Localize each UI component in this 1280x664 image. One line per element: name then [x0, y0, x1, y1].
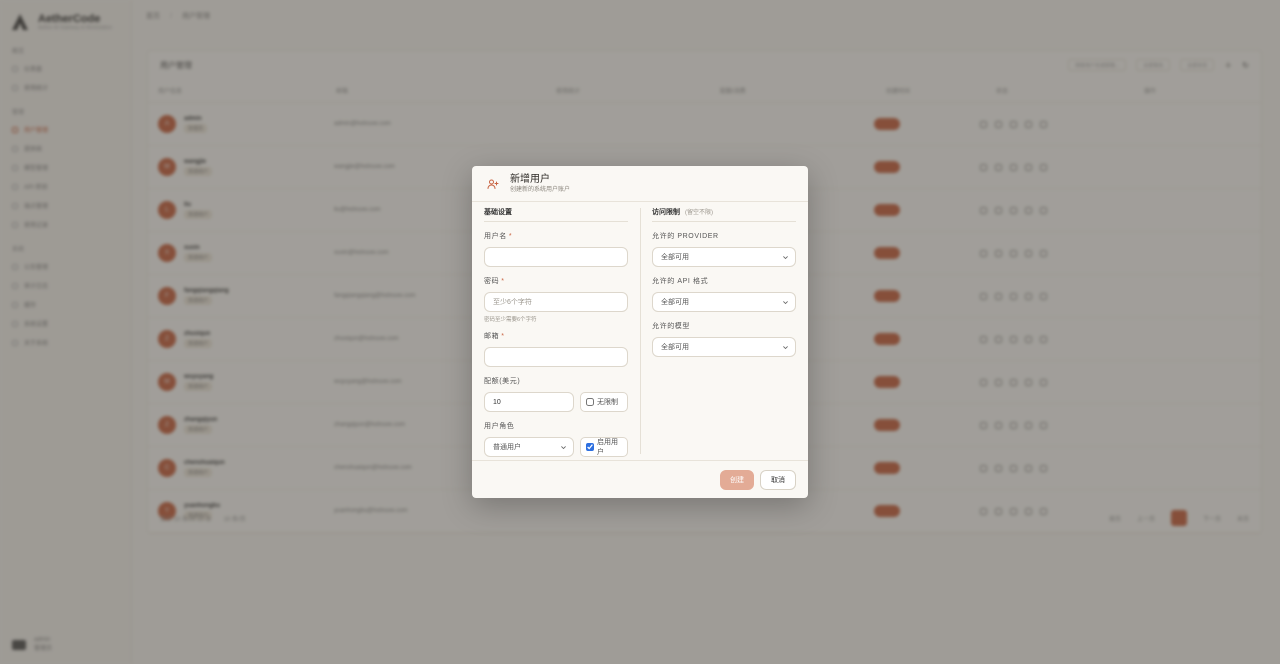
chevron-down-icon [781, 343, 789, 351]
required-mark: * [501, 278, 505, 285]
chevron-down-icon [559, 443, 567, 451]
quota-label: 配额(美元) [484, 378, 521, 385]
role-select[interactable]: 普通用户 [484, 437, 574, 457]
required-mark: * [508, 233, 513, 240]
provider-label: 允许的 PROVIDER [652, 233, 719, 240]
email-input[interactable] [484, 347, 628, 367]
api-format-select-value: 全部可用 [661, 299, 689, 306]
create-user-dialog: 新增用户 创建新的系统用户账户 基础设置 用户名 * 密码 * 密码至少需要6个字符… [472, 166, 808, 498]
basic-settings-title: 基础设置 [484, 208, 628, 222]
role-label: 用户角色 [484, 423, 515, 430]
username-input[interactable] [484, 247, 628, 267]
password-helper-text: 密码至少需要6个字符 [484, 317, 537, 323]
models-label: 允许的模型 [652, 323, 690, 330]
unlimited-quota-option[interactable]: 无限制 [580, 392, 628, 412]
enable-user-option[interactable]: 启用用户 [580, 437, 628, 457]
password-input[interactable] [484, 292, 628, 312]
column-divider [640, 208, 641, 454]
dialog-footer: 创建 取消 [472, 460, 808, 498]
access-limits-section: 访问限制 (留空不限) 允许的 PROVIDER 全部可用 允许的 API 格式 … [652, 208, 796, 357]
password-label: 密码 * [484, 278, 505, 285]
quota-row: 无限制 [484, 392, 628, 412]
user-plus-icon [486, 177, 500, 191]
models-select-value: 全部可用 [661, 344, 689, 351]
provider-select[interactable]: 全部可用 [652, 247, 796, 267]
enable-user-checkbox[interactable] [586, 443, 594, 451]
access-limits-title: 访问限制 (留空不限) [652, 208, 796, 222]
quota-input[interactable] [484, 392, 574, 412]
dialog-title: 新增用户 [510, 173, 550, 185]
chevron-down-icon [781, 298, 789, 306]
create-button[interactable]: 创建 [720, 469, 754, 490]
chevron-down-icon [781, 253, 789, 261]
dialog-subtitle: 创建新的系统用户账户 [510, 186, 571, 193]
provider-select-value: 全部可用 [661, 254, 689, 261]
api-format-select[interactable]: 全部可用 [652, 292, 796, 312]
email-label: 邮箱 * [484, 333, 505, 340]
username-label: 用户名 * [484, 233, 513, 240]
unlimited-quota-label: 无限制 [597, 399, 618, 406]
unlimited-quota-checkbox[interactable] [586, 398, 594, 406]
dialog-header: 新增用户 创建新的系统用户账户 [472, 166, 808, 202]
required-mark: * [501, 333, 505, 340]
enable-user-label: 启用用户 [597, 439, 618, 456]
models-select[interactable]: 全部可用 [652, 337, 796, 357]
access-limits-hint: (留空不限) [685, 210, 713, 216]
api-format-label: 允许的 API 格式 [652, 278, 709, 285]
role-select-value: 普通用户 [493, 444, 521, 451]
cancel-button[interactable]: 取消 [760, 469, 796, 490]
role-row: 普通用户 启用用户 [484, 437, 628, 457]
basic-settings-section: 基础设置 用户名* 密码* 密码至少需要6个字符 邮箱* 配额(美元) 无限制 … [484, 208, 628, 457]
dialog-body: 基础设置 用户名* 密码* 密码至少需要6个字符 邮箱* 配额(美元) 无限制 … [472, 202, 808, 460]
